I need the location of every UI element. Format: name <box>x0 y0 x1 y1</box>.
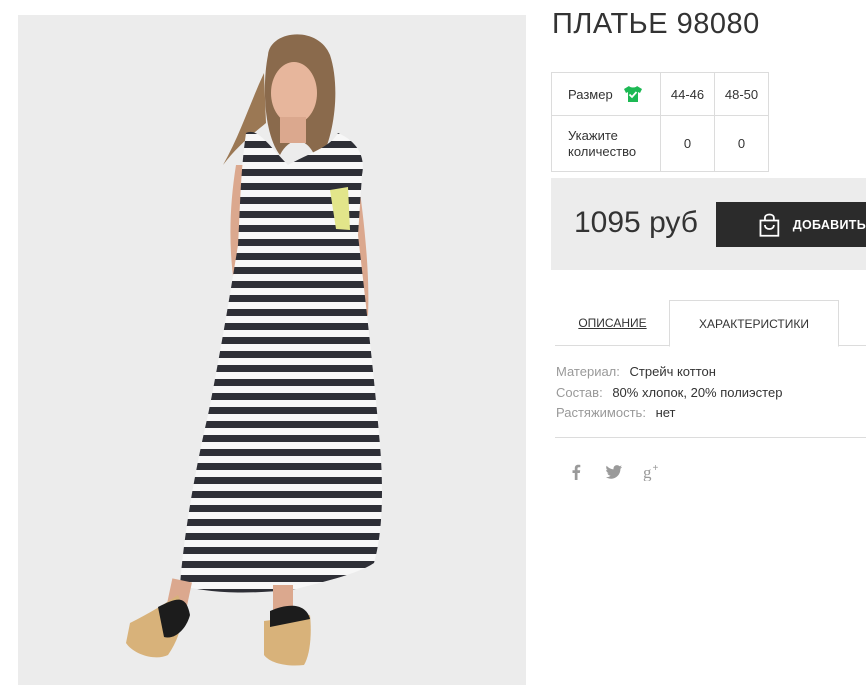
quantity-input-44-46[interactable]: 0 <box>660 115 715 172</box>
size-option-44-46[interactable]: 44-46 <box>660 72 715 116</box>
divider <box>555 437 866 438</box>
size-header-cell: Размер <box>551 72 661 116</box>
characteristic-value: Стрейч коттон <box>629 364 716 379</box>
characteristic-row: Растяжимость: нет <box>556 403 782 424</box>
twitter-icon[interactable] <box>605 462 623 482</box>
tab-characteristics[interactable]: ХАРАКТЕРИСТИКИ <box>669 300 839 347</box>
shopping-bag-icon <box>759 213 780 237</box>
characteristic-row: Материал: Стрейч коттон <box>556 362 782 383</box>
characteristic-key: Растяжимость: <box>556 405 646 420</box>
characteristic-key: Материал: <box>556 364 620 379</box>
size-quantity-table: Размер 44-46 48-50 Укажите количество 0 … <box>551 72 769 172</box>
characteristic-key: Состав: <box>556 384 603 400</box>
product-price: 1095 руб <box>574 206 698 239</box>
product-image[interactable] <box>18 15 526 685</box>
tab-characteristics-label: ХАРАКТЕРИСТИКИ <box>698 316 809 331</box>
size-chart-shirt-icon[interactable] <box>623 85 643 103</box>
size-option-48-50[interactable]: 48-50 <box>714 72 769 116</box>
add-to-cart-label: ДОБАВИТЬ <box>792 217 866 232</box>
tab-description[interactable]: ОПИСАНИЕ <box>555 300 670 346</box>
characteristic-value: нет <box>655 405 676 420</box>
quantity-label-line2: количество <box>568 143 637 159</box>
product-tabs: ОПИСАНИЕ ХАРАКТЕРИСТИКИ <box>555 300 866 347</box>
tab-description-label: ОПИСАНИЕ <box>578 316 647 330</box>
quantity-header-cell: Укажите количество <box>551 115 661 172</box>
characteristics-list: Материал: Стрейч коттон Состав: 80% хлоп… <box>556 362 782 424</box>
svg-text:+: + <box>653 463 659 474</box>
facebook-icon[interactable] <box>567 462 585 482</box>
quantity-row: Укажите количество 0 0 <box>551 115 769 172</box>
quantity-input-48-50[interactable]: 0 <box>714 115 769 172</box>
size-row: Размер 44-46 48-50 <box>551 72 769 116</box>
size-label: Размер <box>568 86 613 102</box>
characteristic-value: 80% хлопок, 20% полиэстер <box>612 384 783 400</box>
characteristic-row: Состав: 80% хлопок, 20% полиэстер <box>556 383 782 404</box>
google-plus-icon[interactable]: g + <box>643 462 661 482</box>
social-share: g + <box>567 462 681 482</box>
quantity-label-line1: Укажите <box>568 127 618 143</box>
add-to-cart-button[interactable]: ДОБАВИТЬ <box>716 202 866 247</box>
product-title: ПЛАТЬЕ 98080 <box>552 8 760 40</box>
buy-panel: 1095 руб ДОБАВИТЬ <box>551 178 866 270</box>
svg-text:g: g <box>643 463 652 481</box>
